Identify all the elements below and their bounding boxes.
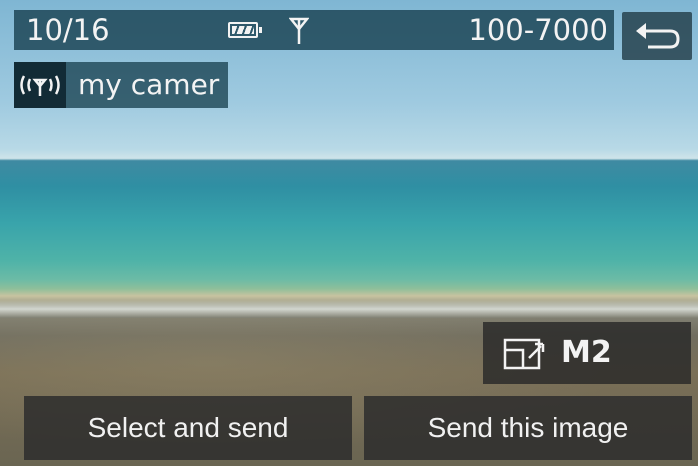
wireless-target-label: my camer — [14, 62, 228, 108]
image-size-value: M2 — [561, 335, 612, 370]
camera-name: my camer — [78, 68, 220, 101]
image-size-indicator[interactable]: M2 — [483, 322, 691, 384]
folder-file-number: 100-7000 — [468, 13, 608, 47]
battery-full-icon — [228, 22, 262, 38]
photo-preview: 10/16 100-7000 my camer M2 Select and se… — [0, 0, 698, 466]
image-size-icon — [503, 338, 545, 370]
frame-counter: 10/16 — [26, 13, 110, 47]
wireless-signal-icon — [14, 62, 66, 108]
status-bar: 10/16 100-7000 — [14, 10, 614, 50]
return-arrow-icon — [636, 23, 680, 49]
wave-foam — [0, 300, 698, 318]
antenna-icon — [289, 17, 309, 44]
back-button[interactable] — [622, 12, 692, 60]
send-this-image-button[interactable]: Send this image — [364, 396, 692, 460]
select-and-send-button[interactable]: Select and send — [24, 396, 352, 460]
